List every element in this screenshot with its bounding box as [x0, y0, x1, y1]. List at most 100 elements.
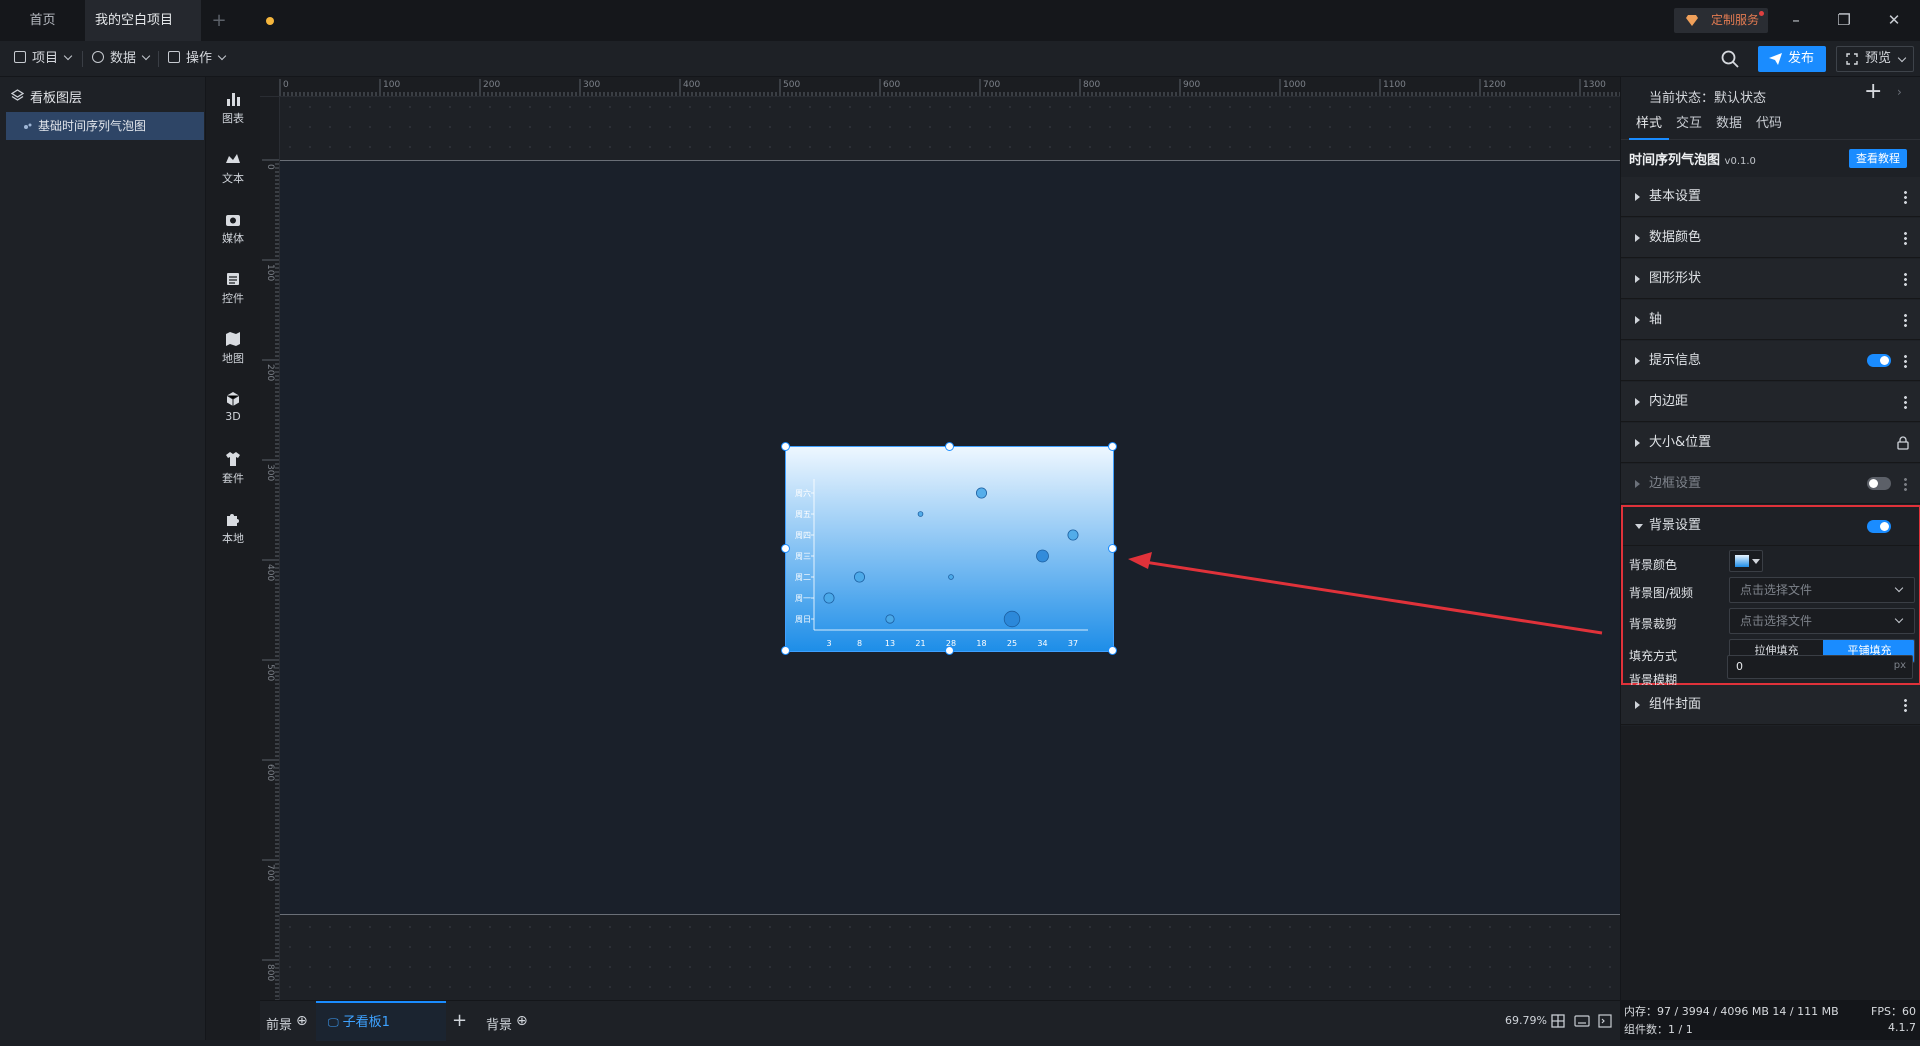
properties-panel: 当前状态：默认状态 + › 样式 交互 数据 代码 时间序列气泡图 v0.1.0…	[1620, 77, 1920, 1000]
resize-handle-top-left[interactable]	[781, 442, 790, 451]
add-board-icon[interactable]: +	[452, 1001, 467, 1041]
close-icon[interactable]: ✕	[1884, 10, 1904, 30]
ruler-label: 100	[383, 80, 400, 90]
section-data-color[interactable]: 数据颜色	[1621, 218, 1920, 258]
y-tick-label: 周四	[795, 531, 811, 540]
x-tick-label: 21	[915, 639, 925, 648]
component-control[interactable]: 控件	[206, 265, 260, 315]
bg-image-select[interactable]: 点击选择文件	[1729, 577, 1915, 603]
add-circle-icon[interactable]: ⊕	[296, 1013, 308, 1029]
bubble-point	[917, 511, 924, 517]
component-kit[interactable]: 套件	[206, 445, 260, 495]
y-tick-label: 周二	[795, 573, 811, 582]
section-padding-label: 内边距	[1649, 394, 1689, 409]
section-cover[interactable]: 组件封面	[1621, 685, 1920, 725]
resize-handle-top-right[interactable]	[1108, 442, 1117, 451]
section-tooltip[interactable]: 提示信息	[1621, 341, 1920, 381]
chevron-down-icon	[141, 51, 151, 61]
data-menu[interactable]: 数据	[92, 49, 151, 69]
search-icon[interactable]	[1720, 49, 1740, 69]
caret-right-icon	[1635, 480, 1640, 488]
fit-screen-icon[interactable]	[1551, 1014, 1565, 1028]
component-3d[interactable]: 3D	[206, 385, 260, 435]
component-local[interactable]: 本地	[206, 505, 260, 555]
ruler-label: 1200	[1483, 80, 1506, 90]
component-text[interactable]: 文本	[206, 145, 260, 195]
section-axis[interactable]: 轴	[1621, 300, 1920, 340]
terminal-icon[interactable]	[1598, 1014, 1612, 1028]
section-size-position[interactable]: 大小&位置	[1621, 423, 1920, 463]
tab-home[interactable]: 首页	[0, 0, 85, 41]
project-menu[interactable]: 项目	[14, 49, 73, 69]
bubble-point	[975, 487, 987, 499]
section-shape[interactable]: 图形形状	[1621, 259, 1920, 299]
resize-handle-bottom[interactable]	[945, 646, 954, 655]
more-icon[interactable]	[1904, 395, 1907, 409]
resize-handle-right[interactable]	[1108, 544, 1117, 553]
tooltip-toggle[interactable]	[1867, 354, 1891, 367]
bg-crop-select[interactable]: 点击选择文件	[1729, 608, 1915, 634]
layer-item[interactable]: 基础时间序列气泡图	[6, 112, 204, 140]
section-border[interactable]: 边框设置	[1621, 464, 1920, 504]
background-tab[interactable]: 背景 ⊕	[486, 1001, 528, 1041]
chevron-down-icon	[63, 51, 73, 61]
bubble-point	[885, 614, 895, 624]
component-3d-label: 3D	[225, 410, 241, 423]
x-tick-label: 37	[1068, 639, 1078, 648]
border-toggle[interactable]	[1867, 477, 1891, 490]
restore-icon[interactable]: ❐	[1834, 10, 1854, 30]
resize-handle-bottom-right[interactable]	[1108, 646, 1117, 655]
background-toggle[interactable]	[1867, 520, 1891, 533]
bubble-chart-widget[interactable]: 周日 周一 周二 周三 周四 周五 周六 3 8 13 21 28 18 25 34 37	[781, 442, 1117, 655]
section-axis-label: 轴	[1649, 312, 1663, 327]
bg-color-picker[interactable]	[1729, 550, 1763, 572]
data-menu-label: 数据	[110, 51, 137, 66]
tab-project[interactable]: 我的空白项目	[85, 0, 274, 41]
more-icon[interactable]	[1904, 477, 1907, 491]
annotation-arrow	[1128, 552, 1603, 635]
chevron-right-icon[interactable]: ›	[1897, 85, 1902, 99]
section-background[interactable]: 背景设置	[1623, 507, 1919, 546]
component-chart[interactable]: 图表	[206, 85, 260, 135]
tab-interaction[interactable]: 交互	[1669, 110, 1709, 140]
ruler-label: 800	[265, 964, 275, 981]
resize-handle-top[interactable]	[945, 442, 954, 451]
shirt-icon	[226, 452, 240, 466]
y-tick-label: 周一	[795, 594, 811, 603]
more-icon[interactable]	[1904, 698, 1907, 712]
keyboard-icon[interactable]	[1574, 1015, 1590, 1027]
operate-menu[interactable]: 操作	[168, 49, 227, 69]
more-icon[interactable]	[1904, 272, 1907, 286]
custom-service-button[interactable]: 定制服务	[1674, 8, 1768, 33]
minimize-icon[interactable]: –	[1786, 10, 1806, 30]
bubble-point	[948, 574, 954, 580]
component-map[interactable]: 地图	[206, 325, 260, 375]
resize-handle-bottom-left[interactable]	[781, 646, 790, 655]
add-tab-icon[interactable]: +	[209, 0, 229, 41]
more-icon[interactable]	[1904, 354, 1907, 368]
lock-icon[interactable]	[1897, 436, 1909, 450]
tab-data[interactable]: 数据	[1709, 110, 1749, 140]
more-icon[interactable]	[1904, 313, 1907, 327]
section-padding[interactable]: 内边距	[1621, 382, 1920, 422]
publish-button[interactable]: 发布	[1758, 46, 1826, 72]
section-basic[interactable]: 基本设置	[1621, 177, 1920, 217]
resize-handle-left[interactable]	[781, 544, 790, 553]
caret-right-icon	[1635, 275, 1640, 283]
add-circle-icon[interactable]: ⊕	[516, 1013, 528, 1029]
add-state-icon[interactable]: +	[1864, 79, 1882, 104]
more-icon[interactable]	[1904, 190, 1907, 204]
chevron-down-icon	[1894, 583, 1904, 593]
ruler-label: 800	[1083, 80, 1100, 90]
bg-blur-input[interactable]: 0 px	[1727, 655, 1913, 679]
component-media[interactable]: 媒体	[206, 205, 260, 255]
component-bar: 图表 文本 媒体 控件 地图 3D 套件 本地	[206, 77, 260, 1040]
preview-button[interactable]: 预览	[1836, 46, 1914, 72]
component-map-label: 地图	[222, 352, 244, 365]
sub-board-tab[interactable]: 🖵 子看板1	[316, 1001, 446, 1041]
more-icon[interactable]	[1904, 231, 1907, 245]
tutorial-button[interactable]: 查看教程	[1849, 149, 1907, 168]
tab-style[interactable]: 样式	[1629, 110, 1669, 140]
foreground-tab[interactable]: 前景 ⊕	[266, 1001, 308, 1041]
tab-code[interactable]: 代码	[1749, 110, 1789, 140]
